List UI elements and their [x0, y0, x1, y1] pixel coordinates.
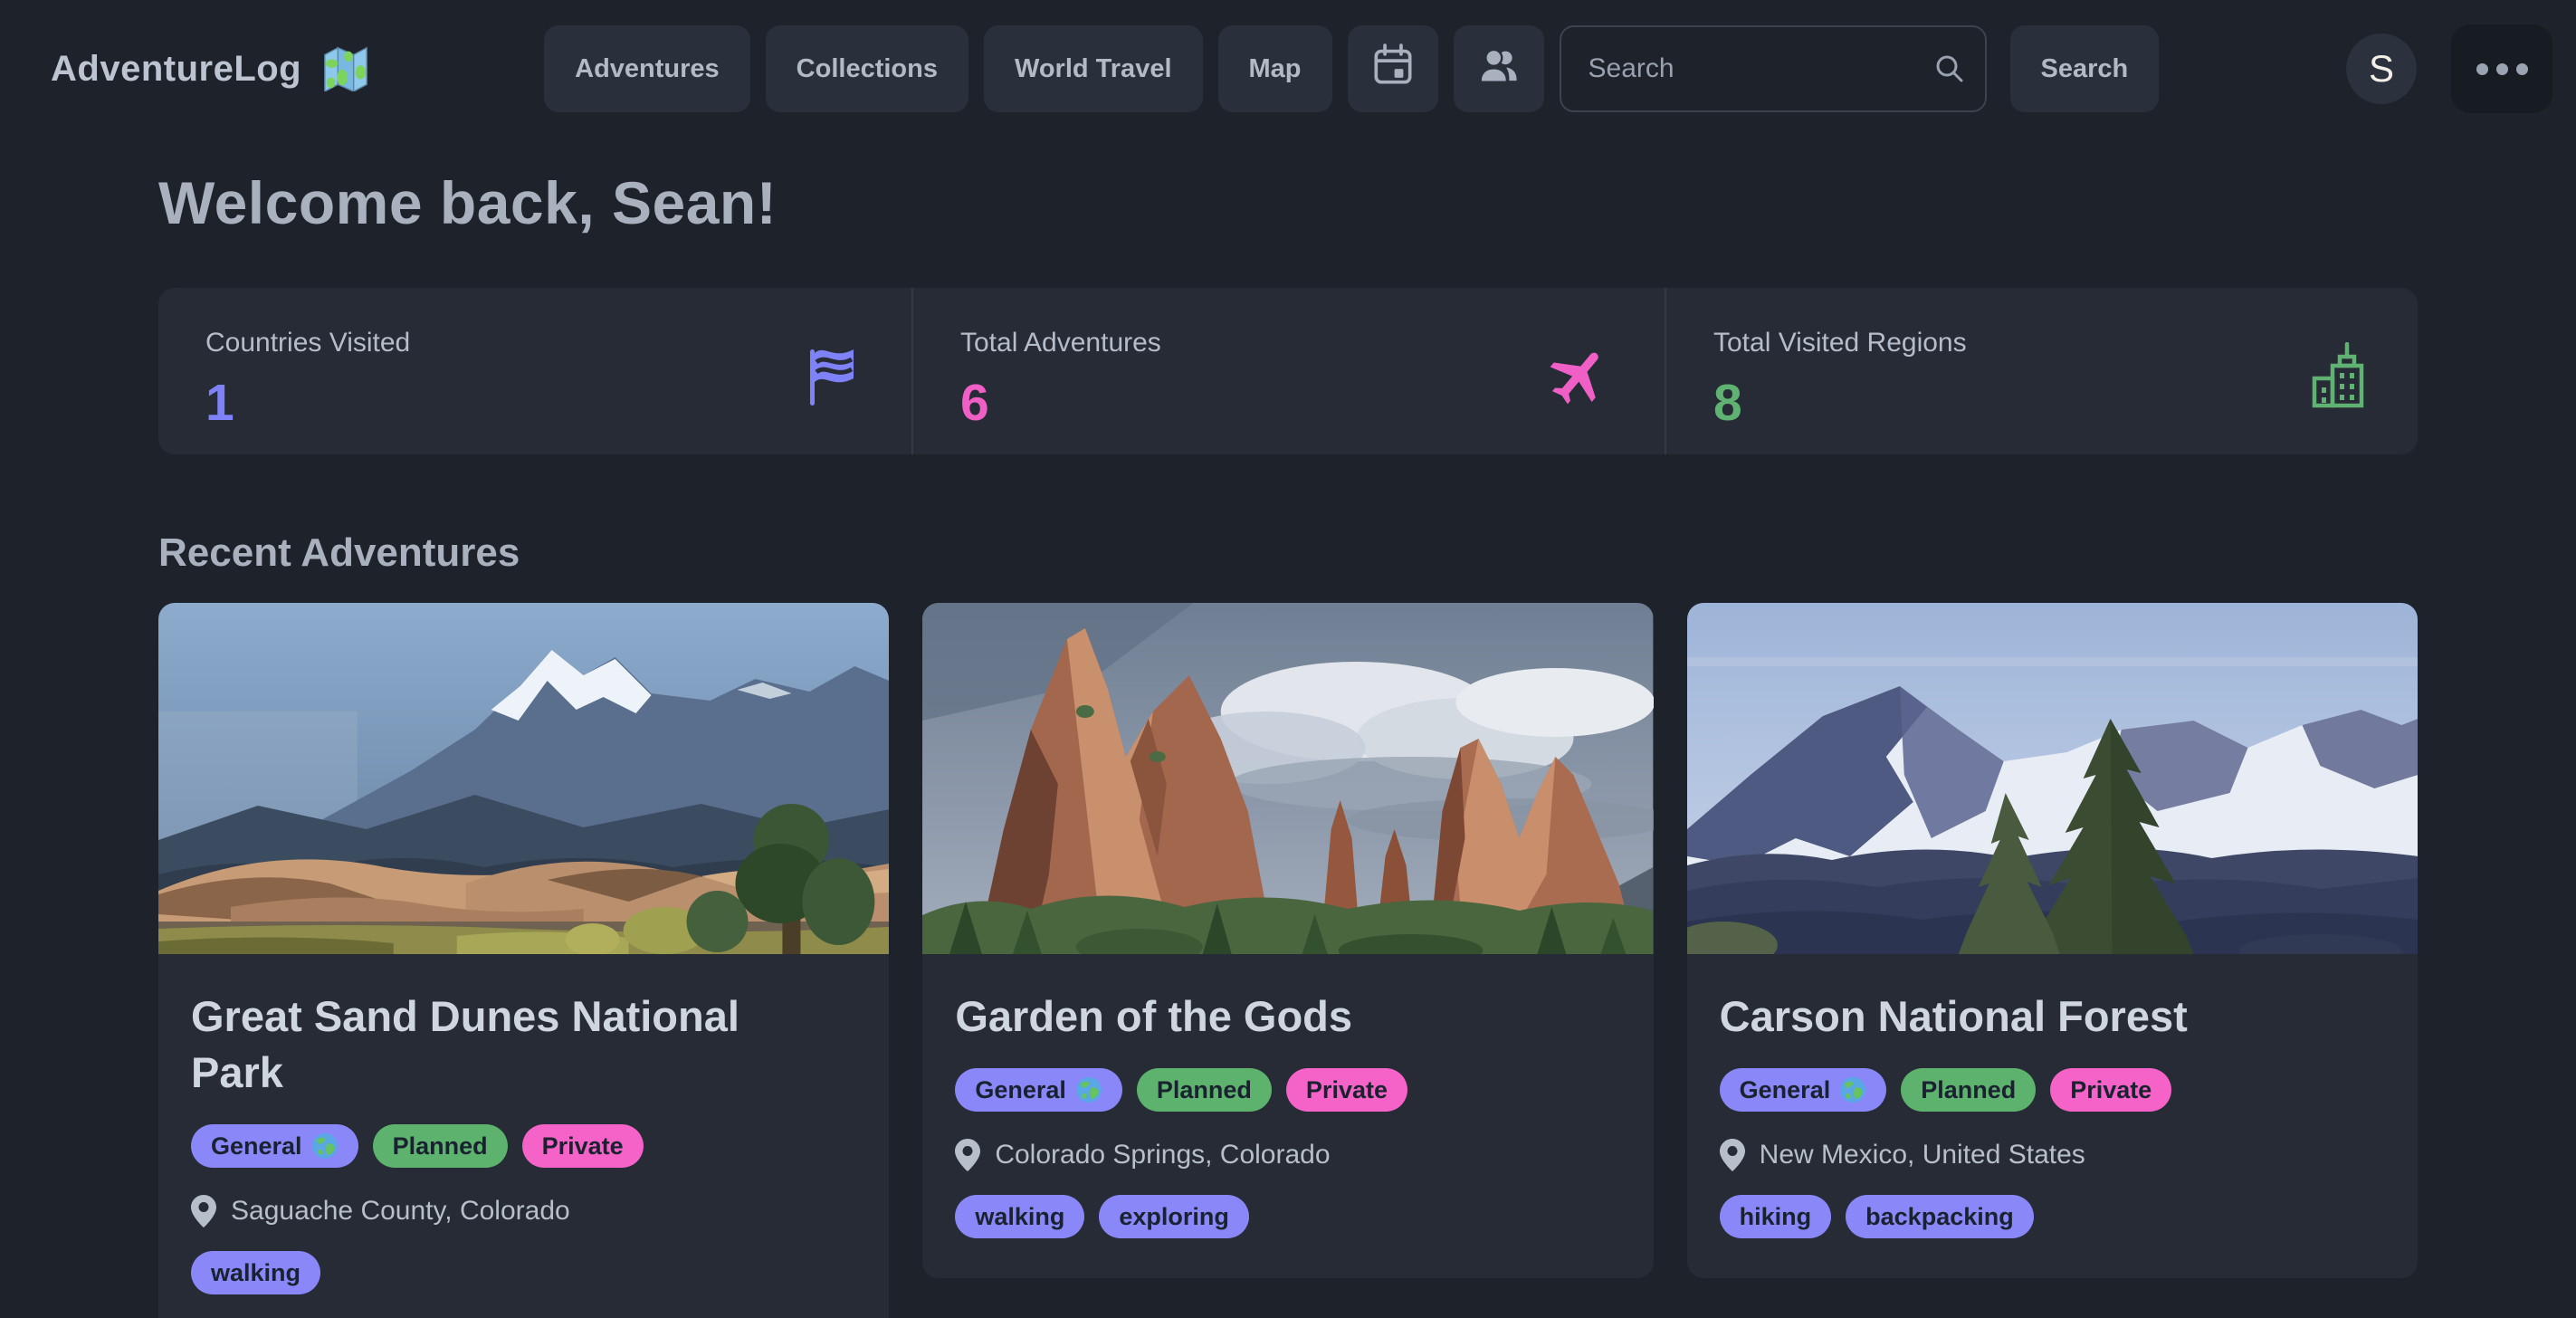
location-pin-icon [1720, 1139, 1745, 1171]
nav-button-world-travel[interactable]: World Travel [984, 25, 1203, 112]
search-box [1560, 25, 1987, 112]
adventure-card-great-sand-dunes[interactable]: Great Sand Dunes National Park General P… [158, 603, 889, 1318]
location-text: Colorado Springs, Colorado [995, 1140, 1330, 1170]
stat-label: Total Adventures [960, 328, 1161, 358]
search-button[interactable]: Search [2010, 25, 2160, 112]
tag-walking: walking [191, 1251, 320, 1294]
badge-planned: Planned [1137, 1068, 1272, 1112]
badge-row: General Planned Private [955, 1068, 1620, 1112]
card-body: Great Sand Dunes National Park General P… [158, 954, 889, 1318]
stat-label: Total Visited Regions [1713, 328, 1967, 358]
globe-icon [1839, 1076, 1866, 1103]
shared-users-button[interactable] [1454, 25, 1544, 112]
ellipsis-icon [2476, 63, 2528, 75]
adventure-card-carson-national-forest[interactable]: Carson National Forest General Planned P… [1687, 603, 2418, 1278]
tag-row: walking [191, 1251, 856, 1294]
search-area: Search [1560, 25, 2160, 112]
badge-private: Private [2050, 1068, 2171, 1112]
badge-row: General Planned Private [1720, 1068, 2385, 1112]
location-pin-icon [955, 1139, 980, 1171]
tag-walking: walking [955, 1195, 1084, 1238]
nav-links: Adventures Collections World Travel Map [544, 25, 1543, 112]
calendar-button[interactable] [1348, 25, 1438, 112]
adventure-title: Great Sand Dunes National Park [191, 988, 779, 1101]
location-pin-icon [191, 1195, 216, 1227]
adventure-photo-red-rocks [922, 603, 1653, 954]
location-row: Saguache County, Colorado [191, 1195, 856, 1227]
card-body: Carson National Forest General Planned P… [1687, 954, 2418, 1278]
location-text: Saguache County, Colorado [231, 1196, 570, 1227]
card-body: Garden of the Gods General Planned Priva… [922, 954, 1653, 1278]
stat-label: Countries Visited [205, 328, 410, 358]
badge-row: General Planned Private [191, 1124, 856, 1168]
nav-right: S [2346, 24, 2552, 113]
flag-icon [806, 342, 861, 454]
avatar-initial: S [2369, 47, 2394, 91]
nav-button-map[interactable]: Map [1218, 25, 1332, 112]
badge-planned: Planned [1901, 1068, 2036, 1112]
avatar[interactable]: S [2346, 33, 2417, 104]
location-text: New Mexico, United States [1760, 1140, 2085, 1170]
tag-backpacking: backpacking [1846, 1195, 2034, 1238]
stats-row: Countries Visited 1 Total Adventures 6 [158, 288, 2418, 454]
badge-general: General [191, 1124, 358, 1168]
search-input[interactable] [1560, 25, 1987, 112]
stat-total-visited-regions: Total Visited Regions 8 [1665, 288, 2418, 454]
map-emoji-icon [320, 43, 372, 96]
tag-exploring: exploring [1099, 1195, 1249, 1238]
city-icon [2307, 342, 2367, 454]
globe-icon [311, 1132, 339, 1160]
location-row: Colorado Springs, Colorado [955, 1139, 1620, 1171]
nav-button-collections[interactable]: Collections [766, 25, 968, 112]
page-title: Welcome back, Sean! [158, 168, 2418, 237]
adventure-title: Carson National Forest [1720, 988, 2385, 1045]
badge-planned: Planned [373, 1124, 508, 1168]
stat-value: 8 [1713, 373, 1967, 433]
navbar: AdventureLog Adventures Collections Worl… [0, 0, 2576, 138]
tag-row: walking exploring [955, 1195, 1620, 1238]
adventure-title: Garden of the Gods [955, 988, 1620, 1045]
badge-general: General [955, 1068, 1122, 1112]
recent-adventures-grid: Great Sand Dunes National Park General P… [158, 603, 2418, 1318]
tag-hiking: hiking [1720, 1195, 1832, 1238]
more-menu-button[interactable] [2451, 24, 2552, 113]
stat-countries-visited: Countries Visited 1 [158, 288, 911, 454]
brand-name: AdventureLog [51, 49, 301, 90]
tag-row: hiking backpacking [1720, 1195, 2385, 1238]
adventure-card-garden-of-the-gods[interactable]: Garden of the Gods General Planned Priva… [922, 603, 1653, 1278]
calendar-icon [1369, 42, 1417, 96]
globe-icon [1075, 1076, 1102, 1103]
nav-button-adventures[interactable]: Adventures [544, 25, 750, 112]
stat-value: 1 [205, 373, 410, 433]
stat-value: 6 [960, 373, 1161, 433]
search-icon [1934, 53, 1965, 84]
badge-private: Private [522, 1124, 644, 1168]
section-title-recent-adventures: Recent Adventures [158, 530, 2418, 576]
badge-private: Private [1286, 1068, 1407, 1112]
plane-icon [1545, 342, 1614, 454]
location-row: New Mexico, United States [1720, 1139, 2385, 1171]
stat-total-adventures: Total Adventures 6 [911, 288, 1665, 454]
adventure-photo-snowy-forest [1687, 603, 2418, 954]
badge-general: General [1720, 1068, 1887, 1112]
brand-logo[interactable]: AdventureLog [51, 43, 372, 96]
users-icon [1475, 42, 1522, 96]
main-content: Welcome back, Sean! Countries Visited 1 … [0, 168, 2576, 1318]
adventure-photo-sand-dunes [158, 603, 889, 954]
